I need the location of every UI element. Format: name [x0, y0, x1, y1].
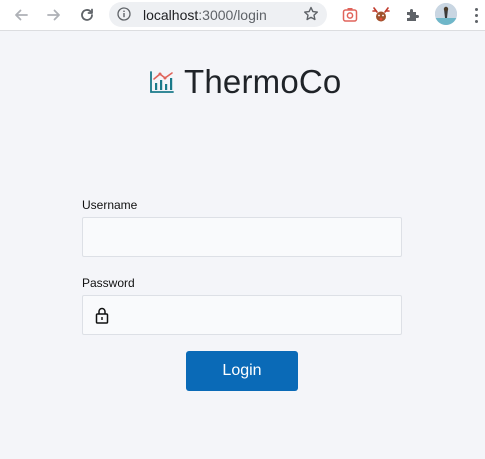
extension-camera-button[interactable] [339, 4, 361, 26]
menu-dot [474, 7, 478, 11]
extension-reindeer-button[interactable] [370, 4, 392, 26]
star-icon[interactable] [302, 5, 320, 23]
address-bar[interactable]: localhost:3000/login [109, 2, 327, 27]
brand-header: ThermoCo [149, 62, 341, 102]
chart-icon [150, 71, 174, 93]
password-label: Password [82, 276, 135, 290]
kebab-menu-icon[interactable] [470, 4, 482, 26]
avatar-image-icon [435, 3, 457, 25]
reload-button[interactable] [75, 3, 99, 27]
menu-dot [474, 13, 478, 17]
brand-name: ThermoCo [184, 63, 342, 100]
arrow-left-icon [15, 9, 28, 21]
info-icon[interactable] [117, 7, 131, 21]
username-field-wrapper [82, 217, 402, 257]
back-button[interactable] [9, 3, 33, 27]
reload-icon [81, 8, 93, 21]
url-path: :3000/login [198, 7, 267, 23]
url-text[interactable]: localhost:3000/login [143, 7, 267, 23]
camera-extension-icon [342, 8, 358, 22]
arrow-right-icon [47, 9, 60, 21]
menu-dot [474, 19, 478, 23]
profile-avatar[interactable] [435, 3, 457, 25]
lock-icon [95, 307, 109, 324]
password-field-wrapper [82, 295, 402, 335]
username-input[interactable] [83, 218, 401, 256]
username-label: Username [82, 198, 138, 212]
puzzle-icon [407, 9, 419, 21]
reindeer-extension-icon [372, 7, 390, 22]
extensions-button[interactable] [402, 4, 424, 26]
browser-toolbar: localhost:3000/login [0, 0, 485, 31]
url-host: localhost [143, 7, 199, 23]
forward-button[interactable] [42, 3, 66, 27]
login-button[interactable]: Login [186, 351, 298, 391]
password-input[interactable] [83, 296, 401, 334]
